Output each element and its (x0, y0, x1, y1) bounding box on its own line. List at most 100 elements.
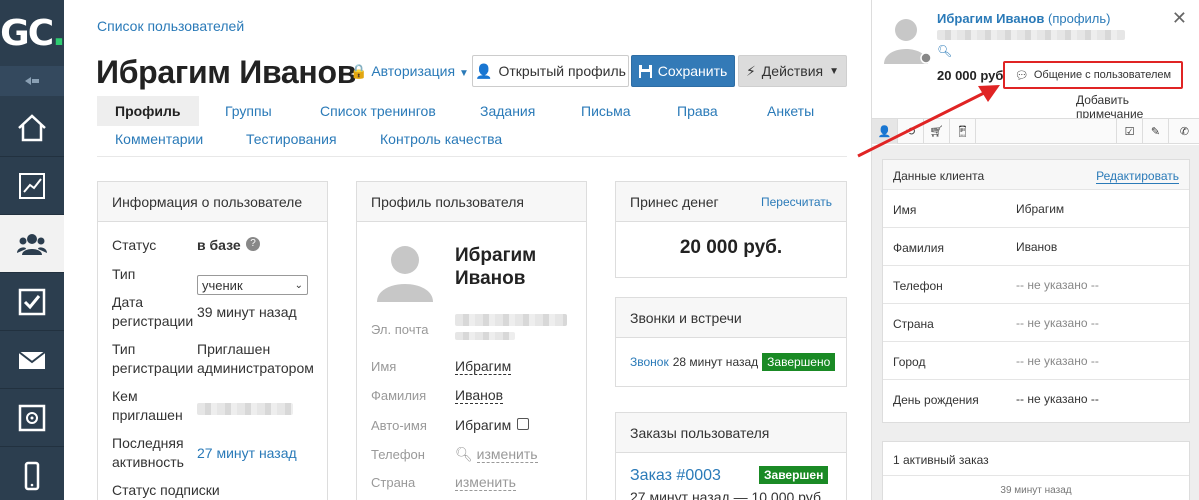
phone-icon (24, 461, 40, 491)
client-row: День рождения -- не указано -- (893, 392, 1099, 407)
calls-header: Звонки и встречи (630, 309, 742, 326)
order-status-badge: Завершен (759, 466, 829, 484)
profile-header: Профиль пользователя (371, 193, 524, 210)
pencil-icon: ✎ (1150, 126, 1161, 138)
money-card: Принес денег Пересчитать 20 000 руб. (615, 181, 847, 278)
email-label: Эл. почта (371, 322, 429, 337)
edit-client-link[interactable]: Редактировать (1096, 169, 1179, 184)
collapse-icon (25, 77, 39, 85)
autoname-checkbox[interactable] (517, 418, 529, 430)
sidebar-item-home[interactable] (0, 99, 64, 157)
safe-icon (18, 404, 46, 431)
reg-type-value: Приглашен администратором (197, 341, 314, 376)
last-active-value[interactable]: 27 минут назад (197, 444, 297, 463)
chevron-down-icon: ⌄ (294, 279, 303, 291)
user-type-value: ученик (202, 277, 243, 293)
country-edit[interactable]: изменить (455, 474, 516, 491)
tab-rights[interactable]: Права (677, 96, 718, 126)
sidebar-item-users[interactable] (0, 215, 64, 273)
auth-label: Авторизация (371, 63, 456, 79)
user-info-card: Информация о пользователе Статус в базе … (97, 181, 328, 500)
recalculate-link[interactable]: Пересчитать (761, 195, 832, 209)
bolt-icon: ⚡ (745, 62, 756, 79)
sidebar-item-safe[interactable] (0, 389, 64, 447)
home-icon (18, 113, 46, 141)
close-icon[interactable]: ✕ (1172, 8, 1187, 29)
breadcrumb[interactable]: Список пользователей (97, 18, 244, 34)
chart-icon (19, 172, 45, 199)
actions-dropdown[interactable]: ⚡ Действия ▼ (738, 55, 847, 87)
sidebar-item-mobile[interactable] (0, 447, 64, 500)
user-icon: 👤 (475, 62, 493, 79)
logo-dot: . (52, 12, 66, 54)
logo[interactable]: GC. (0, 0, 66, 66)
sidebar-item-mail[interactable] (0, 331, 64, 389)
tab-quality[interactable]: Контроль качества (380, 124, 502, 154)
tab-comments[interactable]: Комментарии (115, 124, 203, 154)
search-icon[interactable]: 🔍︎ (937, 44, 952, 58)
tab-letters[interactable]: Письма (581, 96, 631, 126)
client-row: Город -- не указано -- (883, 342, 1189, 380)
reg-date-label: Дата регистрации (112, 294, 194, 329)
logo-text: GC (0, 12, 54, 54)
client-row: Имя Ибрагим (883, 190, 1189, 228)
subscription-label: Статус подписки (112, 482, 220, 498)
sidebar-item-tasks[interactable] (0, 273, 64, 331)
open-profile-button[interactable]: 👤 Открытый профиль (472, 55, 629, 87)
status-value: в базе (197, 237, 241, 253)
client-data-header: Данные клиента (893, 169, 985, 183)
tab-tests[interactable]: Тестирования (246, 124, 337, 154)
invited-by-value (197, 403, 293, 415)
type-label: Тип (112, 266, 136, 282)
panel-profile-link[interactable]: (профиль) (1048, 11, 1110, 26)
orders-card: Заказы пользователя Заказ #0003 Завершен… (615, 412, 847, 500)
panel-tab-tasks[interactable]: ☑ (1116, 119, 1142, 144)
chat-with-user-button[interactable]: 💬︎ Общение с пользователем (1003, 61, 1183, 89)
collapse-sidebar-button[interactable] (0, 66, 64, 96)
call-entry: Звонок 28 минут назад Завершено (630, 353, 836, 371)
profile-card: Профиль пользователя Ибрагим Иванов Эл. п… (356, 181, 587, 500)
auth-dropdown[interactable]: 🔒 Авторизация ▼ (350, 63, 469, 80)
last-name-label: Фамилия (371, 388, 427, 403)
client-data-card: Данные клиента Редактировать Имя Ибрагим … (882, 159, 1190, 423)
panel-name-link[interactable]: Ибрагим Иванов (937, 11, 1044, 26)
envelope-icon (18, 350, 46, 369)
profile-name: Ибрагим Иванов (455, 245, 537, 289)
help-icon[interactable]: ? (246, 237, 260, 251)
first-name-label: Имя (371, 359, 397, 374)
phone-edit[interactable]: 🔍︎ изменить (455, 446, 538, 463)
panel-tab-edit[interactable]: ✎ (1142, 119, 1168, 144)
floppy-icon (638, 64, 652, 78)
first-name-value[interactable]: Ибрагим (455, 358, 512, 375)
checkbox-icon (18, 288, 46, 315)
phone-edit-label: изменить (476, 446, 538, 463)
tab-profile[interactable]: Профиль (97, 96, 199, 126)
tab-groups[interactable]: Группы (225, 96, 272, 126)
user-type-select[interactable]: ученик ⌄ (197, 275, 308, 295)
lock-icon: 🔒 (350, 63, 368, 79)
tab-trainings[interactable]: Список тренингов (320, 96, 436, 126)
users-icon (17, 233, 47, 255)
checkbox-icon: ☑ (1124, 126, 1135, 138)
chat-bubbles-icon: 💬︎ (1014, 69, 1029, 82)
call-link[interactable]: Звонок (630, 355, 669, 369)
chat-button-label: Общение с пользователем (1033, 69, 1172, 81)
order-meta: 27 минут назад — 10 000 руб. (630, 489, 825, 500)
panel-tab-call[interactable]: ✆ (1168, 119, 1199, 144)
save-button[interactable]: Сохранить (631, 55, 735, 87)
country-label: Страна (371, 475, 416, 490)
invited-by-label: Кем приглашен (112, 388, 183, 423)
search-icon: 🔍︎ (455, 446, 473, 462)
tab-tasks[interactable]: Задания (480, 96, 535, 126)
order-link[interactable]: Заказ #0003 (630, 467, 721, 485)
last-name-value[interactable]: Иванов (455, 387, 504, 404)
sidebar-item-stats[interactable] (0, 157, 64, 215)
money-header: Принес денег (630, 193, 719, 210)
annotation-arrow (857, 85, 1000, 158)
active-orders-card: 1 активный заказ 39 минут назад (882, 441, 1190, 500)
page-title: Ибрагим Иванов (96, 54, 357, 90)
user-info-header: Информация о пользователе (112, 193, 303, 210)
tab-surveys[interactable]: Анкеты (767, 96, 814, 126)
avatar-placeholder-icon (371, 238, 439, 302)
reg-type-label: Тип регистрации (112, 341, 194, 376)
